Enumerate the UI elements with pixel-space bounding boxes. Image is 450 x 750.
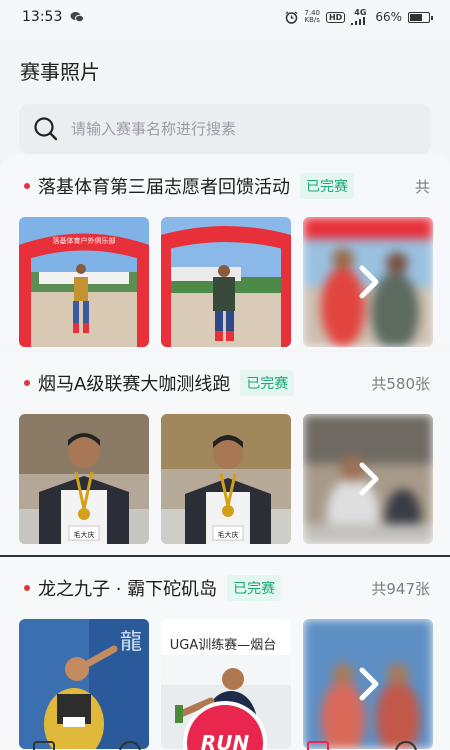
photo-count: 共580张 xyxy=(371,374,430,393)
battery-icon xyxy=(408,11,433,23)
svg-text:毛大庆: 毛大庆 xyxy=(218,530,239,539)
svg-text:毛大庆: 毛大庆 xyxy=(74,530,95,539)
hd-badge: HD xyxy=(325,11,346,23)
status-bar: 13:53 7.40 KB/s HD 4G 66% xyxy=(0,0,450,34)
svg-text:落基体育户外俱乐部: 落基体育户外俱乐部 xyxy=(53,236,116,245)
event-photo[interactable]: 毛大庆 xyxy=(161,414,291,544)
svg-text:龍: 龍 xyxy=(120,630,142,655)
status-badge: 已完赛 xyxy=(227,575,282,601)
home-tab-icon[interactable] xyxy=(32,740,56,750)
chevron-right-icon xyxy=(359,265,379,299)
event-dot xyxy=(24,183,30,189)
event-header: 落基体育第三届志愿者回馈活动 已完赛 共 xyxy=(0,155,450,217)
event-dot xyxy=(24,585,30,591)
search-bar[interactable] xyxy=(19,104,431,154)
search-icon xyxy=(34,117,58,141)
alarm-icon xyxy=(286,10,298,24)
photo-count: 共947张 xyxy=(371,579,430,598)
photo-count: 共 xyxy=(414,177,430,196)
status-badge: 已完赛 xyxy=(300,173,354,199)
run-label: RUN xyxy=(200,731,250,750)
event-title: 龙之九子 · 霸下砣矶岛 xyxy=(38,579,218,600)
event-card[interactable]: 烟马A级联赛大咖测线跑 已完赛 共580张 毛大庆 毛大庆 xyxy=(0,352,450,555)
event-header: 烟马A级联赛大咖测线跑 已完赛 共580张 xyxy=(0,352,450,414)
event-header: 龙之九子 · 霸下砣矶岛 已完赛 共947张 xyxy=(0,557,450,619)
more-photos-button[interactable] xyxy=(303,414,433,544)
svg-text:UGA训练赛—烟台: UGA训练赛—烟台 xyxy=(170,637,276,653)
battery-percent: 66% xyxy=(375,10,402,24)
event-title: 落基体育第三届志愿者回馈活动 xyxy=(38,177,290,198)
event-photo[interactable] xyxy=(161,217,291,347)
wechat-icon xyxy=(70,12,85,23)
event-title: 烟马A级联赛大咖测线跑 xyxy=(38,374,231,395)
event-photo[interactable]: 龍 xyxy=(19,619,149,749)
photos-tab-icon[interactable] xyxy=(306,740,330,750)
event-dot xyxy=(24,380,30,386)
event-photo[interactable]: 毛大庆 xyxy=(19,414,149,544)
signal-icon xyxy=(351,17,366,25)
chevron-right-icon xyxy=(359,462,379,496)
network-speed: 7.40 KB/s xyxy=(304,9,320,24)
status-time: 13:53 xyxy=(22,9,63,25)
more-photos-button[interactable] xyxy=(303,619,433,749)
network-type: 4G xyxy=(351,9,369,25)
explore-tab-icon[interactable] xyxy=(118,740,142,750)
search-input[interactable] xyxy=(71,120,417,138)
profile-tab-icon[interactable] xyxy=(394,740,418,750)
status-badge: 已完赛 xyxy=(240,370,295,396)
chevron-right-icon xyxy=(359,667,379,701)
event-card[interactable]: 落基体育第三届志愿者回馈活动 已完赛 共 落基体育户外俱乐部 xyxy=(0,155,450,350)
event-photo[interactable]: 落基体育户外俱乐部 xyxy=(19,217,149,347)
page-title: 赛事照片 xyxy=(20,60,100,84)
more-photos-button[interactable] xyxy=(303,217,433,347)
